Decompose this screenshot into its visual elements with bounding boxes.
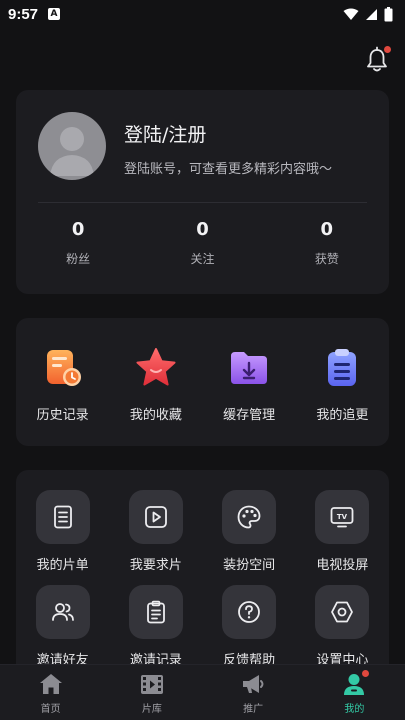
quick-item-cache[interactable]: 缓存管理 xyxy=(203,346,296,423)
service-icon-box xyxy=(35,490,90,544)
megaphone-icon xyxy=(243,675,264,693)
service-icon-box xyxy=(222,585,277,639)
quick-label: 历史记录 xyxy=(36,408,89,423)
divider xyxy=(38,202,367,203)
stat-value: 0 xyxy=(320,219,334,240)
notification-a-icon: A xyxy=(48,8,61,20)
battery-icon xyxy=(384,6,393,21)
service-label: 装扮空间 xyxy=(223,558,276,573)
service-label: 电视投屏 xyxy=(316,558,369,573)
tab-badge xyxy=(362,670,370,677)
signal-icon xyxy=(366,8,377,20)
wifi-icon xyxy=(343,8,359,20)
default-avatar-icon xyxy=(50,127,94,176)
quick-label: 我的追更 xyxy=(316,408,369,423)
help-icon xyxy=(238,601,261,623)
status-bar: 9:57 A xyxy=(0,0,405,28)
service-item-invite-records[interactable]: 邀请记录 xyxy=(109,585,202,668)
list-doc-icon xyxy=(53,505,72,529)
quick-actions-card: 历史记录 我的收藏 缓存管理 我的追更 xyxy=(16,318,389,446)
stat-likes[interactable]: 0 获赞 xyxy=(265,218,389,267)
stats-row: 0 粉丝 0 关注 0 获赞 xyxy=(16,218,389,267)
service-item-feedback[interactable]: 反馈帮助 xyxy=(203,585,296,668)
status-left: 9:57 A xyxy=(8,5,61,23)
service-icon-box xyxy=(128,585,183,639)
quick-label: 缓存管理 xyxy=(223,408,276,423)
quick-label: 我的收藏 xyxy=(129,408,182,423)
service-icon-box: TV xyxy=(315,490,370,544)
service-item-dress-up[interactable]: 装扮空间 xyxy=(203,490,296,573)
notification-badge xyxy=(384,46,391,53)
stat-value: 0 xyxy=(196,219,209,240)
tab-label: 首页 xyxy=(40,704,61,715)
tab-library[interactable]: 片库 xyxy=(101,665,202,720)
service-item-tv-cast[interactable]: TV 电视投屏 xyxy=(296,490,389,573)
clipboard-icon xyxy=(328,349,357,386)
login-register-title[interactable]: 登陆/注册 xyxy=(124,120,206,147)
service-label: 我的片单 xyxy=(36,558,89,573)
notification-button[interactable] xyxy=(363,46,391,74)
home-icon xyxy=(39,674,62,694)
service-icon-box xyxy=(35,585,90,639)
history-icon xyxy=(46,350,81,386)
clipboard-icon xyxy=(146,600,165,624)
stat-label: 粉丝 xyxy=(66,252,91,266)
film-icon xyxy=(140,675,163,694)
service-item-invite[interactable]: 邀请好友 xyxy=(16,585,109,668)
palette-icon xyxy=(237,505,261,529)
play-icon xyxy=(144,506,167,528)
svg-text:TV: TV xyxy=(337,513,348,521)
tab-label: 推广 xyxy=(243,704,264,715)
login-subtitle: 登陆账号，可查看更多精彩内容哦～ xyxy=(124,162,333,177)
tab-label: 片库 xyxy=(141,704,162,715)
tab-mine[interactable]: 我的 xyxy=(304,665,405,720)
quick-item-following[interactable]: 我的追更 xyxy=(296,346,389,423)
quick-item-favorites[interactable]: 我的收藏 xyxy=(109,346,202,423)
stat-label: 关注 xyxy=(190,252,215,266)
quick-actions-row: 历史记录 我的收藏 缓存管理 我的追更 xyxy=(16,346,389,423)
status-time: 9:57 xyxy=(8,5,39,23)
avatar[interactable] xyxy=(38,112,106,180)
stat-label: 获赞 xyxy=(314,252,339,266)
profile-card: 登陆/注册 登陆账号，可查看更多精彩内容哦～ 0 粉丝 0 关注 0 获赞 xyxy=(16,90,389,294)
service-icon-box xyxy=(315,585,370,639)
service-item-my-list[interactable]: 我的片单 xyxy=(16,490,109,573)
stat-following[interactable]: 0 关注 xyxy=(140,218,264,267)
settings-hex-icon xyxy=(331,601,354,623)
stat-fans[interactable]: 0 粉丝 xyxy=(16,218,140,267)
star-icon xyxy=(136,348,176,386)
tv-icon: TV xyxy=(330,507,354,528)
service-label: 我要求片 xyxy=(129,558,182,573)
status-right xyxy=(343,6,393,22)
service-icon-box xyxy=(222,490,277,544)
services-grid: 我的片单 我要求片 装扮空间 TV 电视投屏 邀请好友 邀请记录 反馈帮助 设置… xyxy=(16,490,389,668)
service-item-request[interactable]: 我要求片 xyxy=(109,490,202,573)
folder-download-icon xyxy=(231,352,268,384)
tab-promote[interactable]: 推广 xyxy=(203,665,304,720)
users-icon xyxy=(51,603,74,621)
tab-home[interactable]: 首页 xyxy=(0,665,101,720)
quick-item-history[interactable]: 历史记录 xyxy=(16,346,109,423)
bottom-tab-bar: 首页 片库 推广 我的 xyxy=(0,664,405,720)
tab-label: 我的 xyxy=(344,704,365,715)
service-icon-box xyxy=(128,490,183,544)
service-item-settings[interactable]: 设置中心 xyxy=(296,585,389,668)
stat-value: 0 xyxy=(71,219,85,240)
